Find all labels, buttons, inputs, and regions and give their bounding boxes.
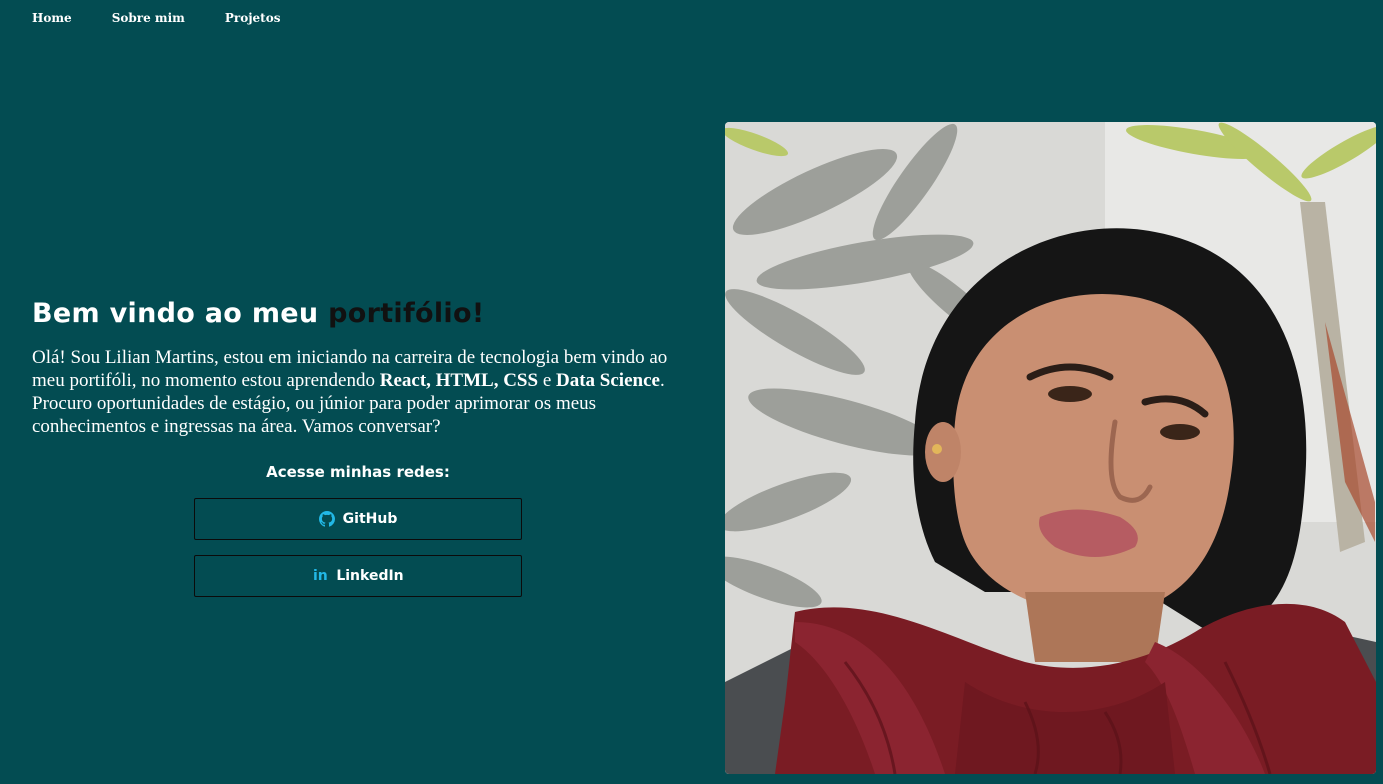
social-title: Acesse minhas redes: [266,463,450,481]
bio-data-science: Data Science [556,370,660,391]
github-button-label: GitHub [342,511,398,527]
nav-about-link[interactable]: Sobre mim [112,10,185,26]
bio-paragraph: Olá! Sou Lilian Martins, estou em inicia… [32,346,677,438]
nav-home-link[interactable]: Home [32,10,72,26]
nav-projects-link[interactable]: Projetos [225,10,281,26]
profile-photo [725,122,1376,774]
bio-skills: React, HTML, CSS [379,370,539,391]
linkedin-icon-glyph: in [312,568,328,584]
linkedin-icon: in [312,568,328,584]
linkedin-button[interactable]: in LinkedIn [194,555,522,597]
hero-headline: Bem vindo ao meu portifólio! [32,292,692,336]
headline-accent: portifólio! [328,298,485,329]
profile-photo-illustration [725,122,1376,774]
headline-main: Bem vindo ao meu [32,298,329,329]
github-icon [318,511,335,527]
linkedin-button-label: LinkedIn [336,568,404,584]
top-nav: Home Sobre mim Projetos [32,10,280,26]
bio-text-2: e [538,370,556,391]
github-button[interactable]: GitHub [194,498,522,540]
intro-section: Bem vindo ao meu portifólio! Olá! Sou Li… [32,292,692,438]
